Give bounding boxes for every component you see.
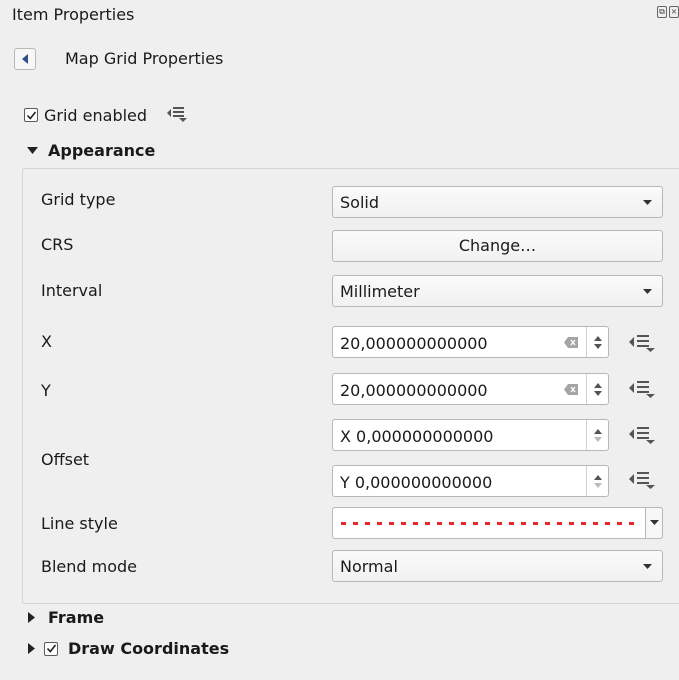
expanded-arrow-icon: [26, 146, 38, 155]
x-spinbox[interactable]: 20,000000000000: [332, 326, 609, 358]
clear-icon[interactable]: [564, 384, 578, 395]
interval-label: Interval: [41, 281, 103, 300]
spin-down-icon[interactable]: [593, 390, 602, 396]
spin-up-icon[interactable]: [593, 474, 602, 480]
offset-label: Offset: [41, 450, 90, 469]
offset-x-value: X 0,000000000000: [340, 427, 494, 446]
panel-title: Item Properties: [12, 5, 135, 24]
spin-down-icon[interactable]: [593, 436, 602, 442]
grid-enabled-label: Grid enabled: [44, 105, 148, 125]
x-stepper[interactable]: [586, 327, 608, 357]
offset-y-spinbox[interactable]: Y 0,000000000000: [332, 465, 609, 497]
grid-enabled-checkbox[interactable]: [24, 108, 38, 122]
draw-coordinates-label: Draw Coordinates: [68, 639, 230, 658]
data-defined-override-icon[interactable]: [627, 470, 657, 494]
line-style-label: Line style: [41, 514, 118, 533]
line-style-button[interactable]: [332, 507, 663, 539]
data-defined-override-icon[interactable]: [627, 425, 657, 449]
header-title: Map Grid Properties: [65, 49, 224, 68]
offset-x-stepper[interactable]: [586, 420, 608, 450]
interval-value: Millimeter: [340, 282, 420, 301]
blend-mode-label: Blend mode: [41, 557, 138, 576]
dock-buttons: ⧉ ×: [657, 6, 679, 20]
check-icon: [26, 111, 36, 120]
collapsed-arrow-icon: [26, 643, 38, 654]
data-defined-override-icon[interactable]: [627, 379, 657, 403]
data-defined-override-icon[interactable]: [165, 104, 189, 126]
y-label: Y: [41, 381, 51, 400]
spin-up-icon[interactable]: [593, 428, 602, 434]
draw-coordinates-checkbox[interactable]: [44, 641, 58, 656]
line-style-preview: [341, 522, 640, 525]
grid-type-label: Grid type: [41, 190, 116, 209]
spin-up-icon[interactable]: [593, 382, 602, 388]
offset-y-value: Y 0,000000000000: [340, 473, 493, 492]
grid-type-combo[interactable]: Solid: [332, 186, 663, 218]
crs-change-button[interactable]: Change…: [332, 230, 663, 262]
spin-up-icon[interactable]: [593, 335, 602, 341]
frame-label: Frame: [48, 608, 105, 627]
interval-combo[interactable]: Millimeter: [332, 275, 663, 307]
y-spinbox[interactable]: 20,000000000000: [332, 373, 609, 405]
collapsed-arrow-icon: [26, 612, 38, 623]
check-icon: [46, 644, 56, 653]
offset-x-spinbox[interactable]: X 0,000000000000: [332, 419, 609, 451]
data-defined-override-icon[interactable]: [627, 333, 657, 357]
crs-label: CRS: [41, 235, 74, 254]
x-label: X: [41, 332, 52, 351]
spin-down-icon[interactable]: [593, 343, 602, 349]
draw-coordinates-section-header[interactable]: Draw Coordinates: [26, 639, 229, 658]
spin-down-icon[interactable]: [593, 482, 602, 488]
close-icon[interactable]: ×: [669, 6, 679, 18]
chevron-down-icon: [649, 520, 659, 525]
x-value: 20,000000000000: [340, 334, 488, 353]
y-value: 20,000000000000: [340, 381, 488, 400]
y-stepper[interactable]: [586, 374, 608, 404]
chevron-down-icon: [643, 289, 652, 294]
appearance-section-header[interactable]: Appearance: [26, 141, 155, 160]
grid-enabled-row: Grid enabled: [24, 104, 189, 126]
line-style-menu-button[interactable]: [645, 507, 663, 539]
grid-type-value: Solid: [340, 193, 379, 212]
chevron-down-icon: [643, 564, 652, 569]
frame-section-header[interactable]: Frame: [26, 608, 104, 627]
back-button[interactable]: [14, 48, 36, 70]
chevron-down-icon: [643, 200, 652, 205]
appearance-label: Appearance: [48, 141, 156, 160]
float-icon[interactable]: ⧉: [657, 6, 667, 18]
clear-icon[interactable]: [564, 337, 578, 348]
back-arrow-icon: [22, 54, 28, 64]
blend-mode-value: Normal: [340, 557, 398, 576]
blend-mode-combo[interactable]: Normal: [332, 550, 663, 582]
offset-y-stepper[interactable]: [586, 466, 608, 496]
